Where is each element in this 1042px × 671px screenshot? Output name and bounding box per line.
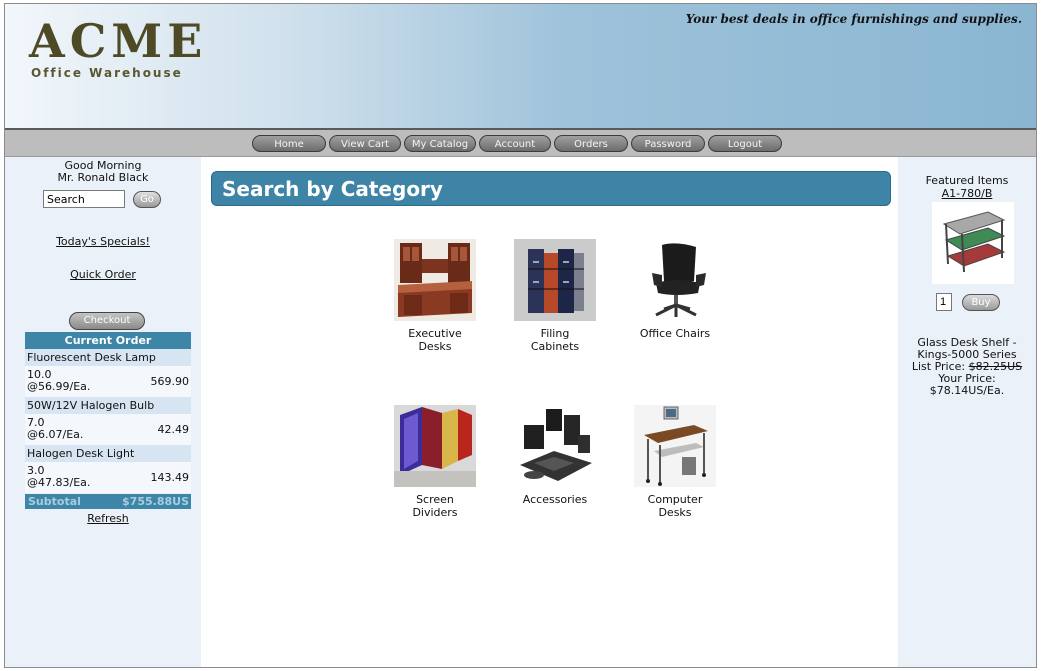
checkout-button[interactable]: Checkout [69, 312, 145, 330]
go-button[interactable]: Go [133, 190, 161, 208]
todays-specials-link[interactable]: Today's Specials! [5, 235, 201, 248]
order-item-line: 3.0 @47.83/Ea. 143.49 [25, 462, 191, 493]
order-item-name: 50W/12V Halogen Bulb [25, 397, 191, 414]
featured-heading: Featured Items [925, 174, 1009, 187]
nav-account-button[interactable]: Account [479, 135, 551, 152]
greeting: Good Morning Mr. Ronald Black [5, 160, 201, 184]
category-label-line1: Screen [416, 493, 454, 506]
search-row: Go [43, 190, 161, 208]
featured-item-image[interactable] [932, 202, 1014, 287]
current-order-panel: Current Order Fluorescent Desk Lamp 10.0… [25, 332, 191, 525]
category-office-chairs[interactable]: Office Chairs [615, 239, 735, 340]
quick-order-link[interactable]: Quick Order [5, 268, 201, 281]
category-label-line2: Dividers [412, 506, 458, 519]
category-label-line2: Desks [658, 506, 692, 519]
page-title: Search by Category [222, 177, 443, 201]
refresh-link[interactable]: Refresh [25, 512, 191, 525]
category-label-line1: Filing [540, 327, 570, 340]
nav-my-catalog-button[interactable]: My Catalog [404, 135, 476, 152]
your-price-value: $78.14US/Ea. [929, 384, 1005, 397]
subtotal-value: $755.88US [122, 495, 189, 508]
executive-desk-image [394, 239, 476, 321]
featured-description: Glass Desk Shelf - Kings-5000 Series Lis… [898, 337, 1036, 397]
accessories-image [514, 405, 596, 487]
category-label-line2: Cabinets [530, 340, 580, 353]
order-item-amount: 143.49 [150, 471, 190, 484]
title-bar: Search by Category [211, 171, 891, 206]
featured-item-code-link[interactable]: A1-780/B [898, 187, 1036, 200]
category-label-line1: Accessories [522, 493, 588, 506]
subtotal-row: Subtotal $755.88US [25, 494, 191, 509]
logo-main-text: ACME [29, 14, 208, 68]
category-executive-desks[interactable]: Executive Desks [375, 239, 495, 353]
order-item-amount: 569.90 [150, 375, 190, 388]
logo-sub-text: Office Warehouse [31, 66, 183, 80]
filing-cabinet-image [514, 239, 596, 321]
order-item-unit-price: @47.83/Ea. [27, 476, 91, 489]
search-input[interactable] [43, 190, 125, 208]
page-frame: ACME Office Warehouse Your best deals in… [4, 3, 1037, 668]
category-label-line1: Executive [408, 327, 462, 340]
left-sidebar: Good Morning Mr. Ronald Black Go Today's… [5, 157, 201, 667]
category-label-line1: Computer [647, 493, 703, 506]
order-item-amount: 42.49 [157, 423, 190, 436]
site-header: ACME Office Warehouse Your best deals in… [5, 4, 1036, 130]
main-content: Search by Category Executive Desks Filin… [201, 157, 898, 667]
nav-bar: Home View Cart My Catalog Account Orders… [5, 130, 1036, 157]
office-chair-image [634, 239, 716, 321]
screen-divider-image [394, 405, 476, 487]
nav-home-button[interactable]: Home [252, 135, 326, 152]
order-item-name: Halogen Desk Light [25, 445, 191, 462]
desk-shelf-image [932, 202, 1014, 284]
category-filing-cabinets[interactable]: Filing Cabinets [495, 239, 615, 353]
right-sidebar: Featured Items A1-780/B Buy Glass Desk S… [898, 157, 1036, 667]
category-label-line1: Office Chairs [639, 327, 711, 340]
category-screen-dividers[interactable]: Screen Dividers [375, 405, 495, 519]
order-item-line: 7.0 @6.07/Ea. 42.49 [25, 414, 191, 445]
category-computer-desks[interactable]: Computer Desks [615, 405, 735, 519]
quantity-input[interactable] [936, 293, 952, 311]
nav-view-cart-button[interactable]: View Cart [329, 135, 401, 152]
category-accessories[interactable]: Accessories [495, 405, 615, 506]
category-label-line2: Desks [418, 340, 452, 353]
order-item-line: 10.0 @56.99/Ea. 569.90 [25, 366, 191, 397]
acme-logo[interactable]: ACME Office Warehouse [29, 18, 207, 80]
computer-desk-image [634, 405, 716, 487]
subtotal-label: Subtotal [28, 495, 81, 508]
tagline: Your best deals in office furnishings an… [685, 12, 1022, 26]
buy-row: Buy [936, 293, 1000, 311]
order-item-unit-price: @56.99/Ea. [27, 380, 91, 393]
nav-orders-button[interactable]: Orders [554, 135, 628, 152]
nav-password-button[interactable]: Password [631, 135, 705, 152]
buy-button[interactable]: Buy [962, 293, 1000, 311]
current-order-heading: Current Order [25, 332, 191, 349]
greeting-user-name: Mr. Ronald Black [57, 171, 149, 184]
order-item-unit-price: @6.07/Ea. [27, 428, 84, 441]
nav-logout-button[interactable]: Logout [708, 135, 782, 152]
order-item-name: Fluorescent Desk Lamp [25, 349, 191, 366]
